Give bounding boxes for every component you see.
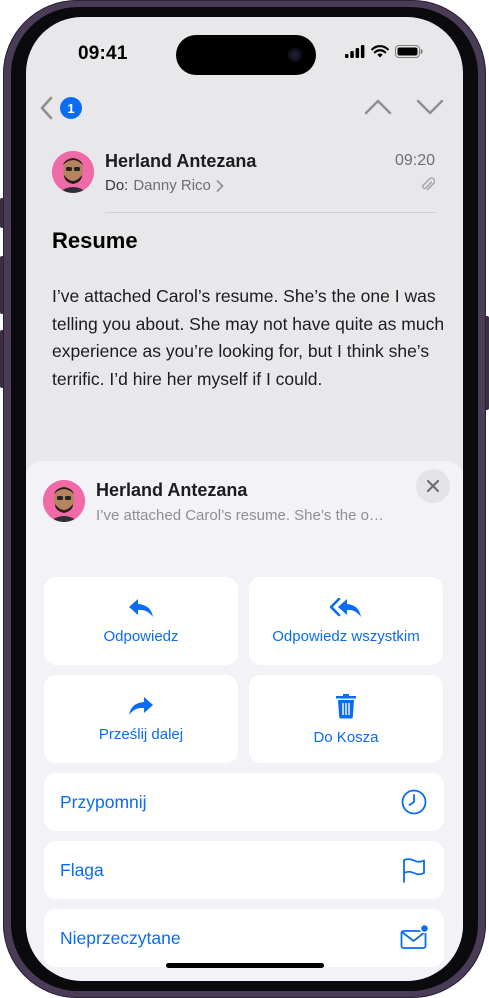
chevron-down-icon[interactable] bbox=[416, 97, 444, 117]
person-photo-icon bbox=[52, 151, 94, 193]
home-indicator[interactable] bbox=[166, 963, 324, 968]
remind-me-row[interactable]: Przypomnij bbox=[44, 773, 444, 831]
back-chevron-icon[interactable] bbox=[36, 95, 60, 121]
battery-icon bbox=[395, 45, 423, 58]
screen: 09:41 1 Herland Antezana Do: Danny Rico … bbox=[26, 17, 463, 981]
signal-icon bbox=[345, 45, 365, 58]
mark-unread-row[interactable]: Nieprzeczytane bbox=[44, 909, 444, 967]
forward-icon bbox=[129, 696, 153, 715]
sheet-message-preview: I’ve attached Carol’s resume. She’s the … bbox=[96, 507, 384, 524]
close-button[interactable] bbox=[416, 469, 450, 503]
email-subject: Resume bbox=[52, 228, 138, 253]
remind-me-label: Przypomnij bbox=[60, 792, 147, 812]
email-body: I’ve attached Carol’s resume. She’s the … bbox=[52, 286, 445, 389]
unread-envelope-icon bbox=[400, 924, 428, 949]
status-icons bbox=[345, 45, 423, 58]
recipient-name[interactable]: Danny Rico bbox=[133, 177, 211, 194]
reply-label: Odpowiedz bbox=[103, 627, 179, 645]
trash-button[interactable]: Do Kosza bbox=[249, 675, 443, 763]
trash-label: Do Kosza bbox=[313, 728, 379, 746]
forward-button[interactable]: Prześlij dalej bbox=[44, 675, 238, 763]
header-divider bbox=[105, 212, 435, 213]
reply-all-icon bbox=[330, 597, 361, 617]
sheet-sender-avatar bbox=[43, 480, 85, 522]
mark-unread-label: Nieprzeczytane bbox=[60, 928, 181, 948]
reply-all-label: Odpowiedz wszystkim bbox=[272, 627, 420, 645]
person-photo-icon bbox=[43, 480, 85, 522]
dynamic-island bbox=[176, 35, 316, 75]
sender-name[interactable]: Herland Antezana bbox=[105, 151, 256, 172]
flag-row[interactable]: Flaga bbox=[44, 841, 444, 899]
status-time: 09:41 bbox=[78, 43, 128, 64]
flag-icon bbox=[403, 858, 425, 883]
chevron-right-icon bbox=[216, 179, 224, 192]
wifi-icon bbox=[371, 45, 389, 58]
to-label: Do: bbox=[105, 177, 129, 194]
email-time: 09:20 bbox=[394, 152, 435, 169]
close-icon bbox=[426, 479, 440, 493]
flag-label: Flaga bbox=[60, 860, 104, 880]
reply-all-button[interactable]: Odpowiedz wszystkim bbox=[249, 577, 443, 665]
camera-icon bbox=[288, 48, 302, 62]
sheet-sender-name: Herland Antezana bbox=[96, 480, 248, 500]
action-sheet: Herland Antezana I’ve attached Carol’s r… bbox=[26, 461, 463, 981]
paperclip-icon bbox=[422, 177, 435, 191]
clock-icon bbox=[401, 789, 427, 815]
reply-icon bbox=[129, 598, 153, 617]
forward-label: Prześlij dalej bbox=[98, 725, 184, 743]
recipient-line[interactable]: Do: Danny Rico bbox=[105, 177, 224, 194]
trash-icon bbox=[336, 693, 356, 718]
sender-avatar[interactable] bbox=[52, 151, 94, 193]
unread-count-badge[interactable]: 1 bbox=[60, 97, 82, 119]
chevron-up-icon[interactable] bbox=[364, 97, 392, 117]
reply-button[interactable]: Odpowiedz bbox=[44, 577, 238, 665]
